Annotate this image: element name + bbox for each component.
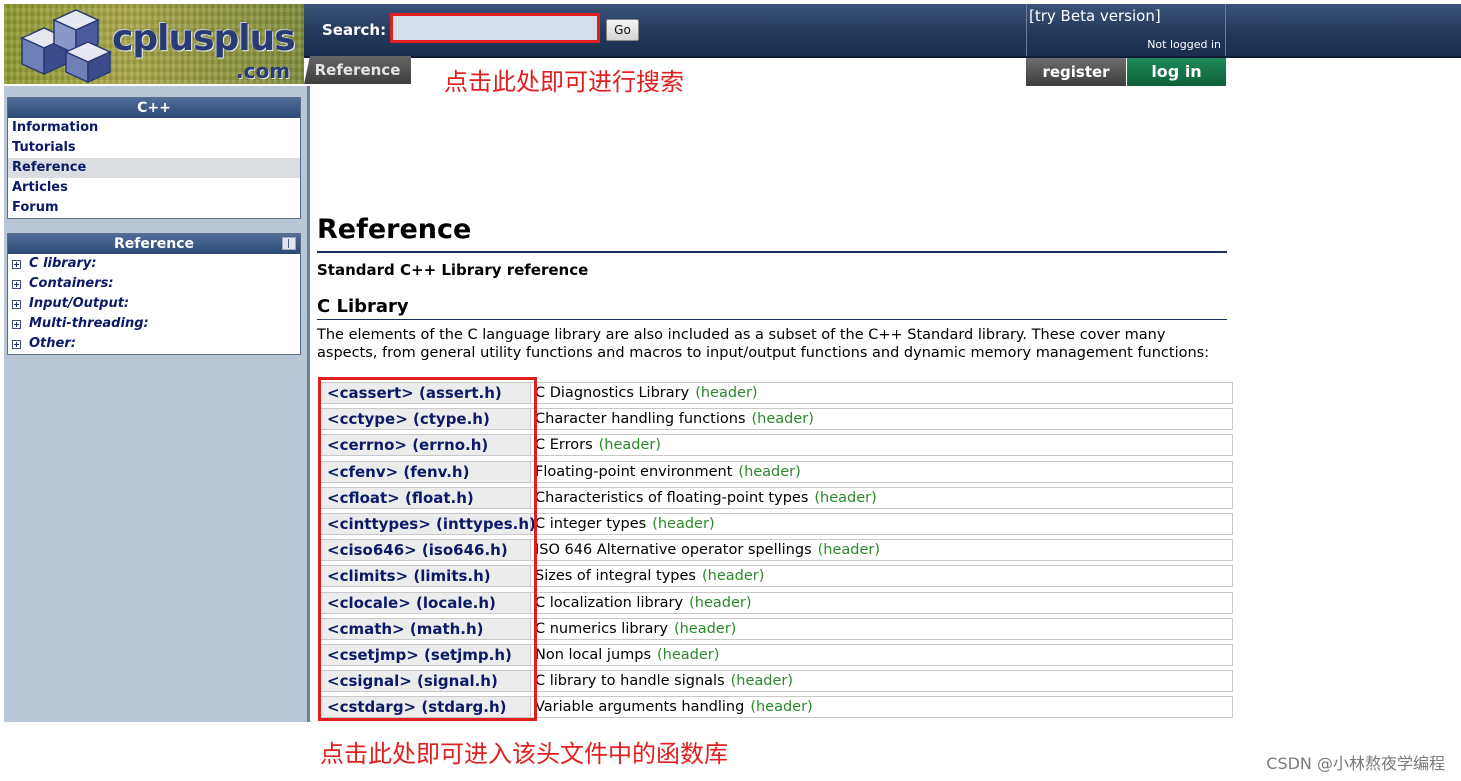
register-button[interactable]: register xyxy=(1026,58,1126,86)
sidebar-item-articles[interactable]: Articles xyxy=(8,178,300,198)
cubes-logo-icon xyxy=(20,9,112,84)
description-text: C numerics library xyxy=(535,620,668,637)
title-divider xyxy=(317,251,1227,253)
header-tag: (header) xyxy=(673,620,737,637)
header-tag: (header) xyxy=(689,594,752,611)
description-text: ISO 646 Alternative operator spellings xyxy=(535,542,812,559)
logo-wordmark: cplusplus xyxy=(112,18,296,59)
description-text: Non local jumps xyxy=(535,646,652,663)
header-tag: (header) xyxy=(814,489,877,506)
header-tag: (header) xyxy=(652,515,715,532)
header-description: C localization library (header) xyxy=(531,593,752,613)
search-annotation-box xyxy=(390,13,600,43)
ref-item-containers[interactable]: Containers: xyxy=(8,274,300,294)
header-description: ISO 646 Alternative operator spellings (h… xyxy=(531,540,880,560)
page-title: Reference xyxy=(317,214,472,245)
expand-icon[interactable] xyxy=(12,299,21,309)
header-description: C Diagnostics Library (header) xyxy=(531,383,758,403)
ref-item-label: Multi-threading: xyxy=(29,316,149,331)
ref-item-label: Containers: xyxy=(29,276,114,291)
search-label: Search: xyxy=(322,21,387,39)
header-description: Sizes of integral types (header) xyxy=(531,566,764,586)
reference-nav-title: Reference xyxy=(113,236,195,252)
ref-item-label: Other: xyxy=(29,336,76,351)
page-subtitle: Standard C++ Library reference xyxy=(317,261,589,279)
tab-reference[interactable]: Reference xyxy=(304,56,411,84)
description-text: C Diagnostics Library xyxy=(535,385,690,401)
site-header: cplusplus .com Search: Go [try Beta vers… xyxy=(4,4,1461,96)
header-tag: (header) xyxy=(817,542,881,559)
header-description: C Errors (header) xyxy=(531,435,661,455)
header-tag: (header) xyxy=(598,437,662,454)
description-text: C localization library xyxy=(535,594,684,611)
section-title: C Library xyxy=(317,296,409,317)
description-text: Floating-point environment xyxy=(535,463,733,480)
section-intro: The elements of the C language library a… xyxy=(317,327,1210,361)
sidebar-item-information[interactable]: Information xyxy=(8,118,300,138)
section-divider xyxy=(317,319,1227,320)
header-tag: (header) xyxy=(751,411,814,428)
header-description: Floating-point environment (header) xyxy=(531,462,801,482)
ref-item-multi-threading[interactable]: Multi-threading: xyxy=(8,314,300,334)
logo-domain: .com xyxy=(236,59,291,83)
login-button[interactable]: log in xyxy=(1127,58,1226,86)
description-text: Variable arguments handling xyxy=(535,699,745,716)
header-description: C integer types (header) xyxy=(531,514,715,534)
cpp-nav-box: C++ Information Tutorials Reference Arti… xyxy=(7,97,301,219)
expand-icon[interactable] xyxy=(12,279,21,289)
header-tag: (header) xyxy=(657,646,720,663)
description-text: Sizes of integral types xyxy=(535,568,696,585)
header-tag: (header) xyxy=(750,699,813,716)
header-tag: (header) xyxy=(738,463,801,480)
description-text: C integer types xyxy=(535,515,647,532)
header-description: Characteristics of floating-point types (… xyxy=(531,488,877,508)
expand-icon[interactable] xyxy=(12,339,21,349)
beta-version-link[interactable]: [try Beta version] xyxy=(1029,7,1161,25)
site-logo[interactable]: cplusplus .com xyxy=(4,4,304,84)
description-text: C library to handle signals xyxy=(535,673,725,690)
ref-item-input-output[interactable]: Input/Output: xyxy=(8,294,300,314)
ref-item-other[interactable]: Other: xyxy=(8,334,300,354)
header-tag: (header) xyxy=(730,673,794,690)
table-annotation-text: 点击此处即可进入该头文件中的函数库 xyxy=(320,740,728,768)
go-button[interactable]: Go xyxy=(606,19,639,41)
cpp-nav-title: C++ xyxy=(8,98,300,118)
header-description: Character handling functions (header) xyxy=(531,409,814,429)
book-icon[interactable] xyxy=(282,237,296,250)
ref-item-c-library[interactable]: C library: xyxy=(8,254,300,274)
description-text: C Errors xyxy=(535,437,593,454)
sidebar: C++ Information Tutorials Reference Arti… xyxy=(4,86,307,722)
description-text: Characteristics of floating-point types xyxy=(535,489,809,506)
sidebar-item-reference[interactable]: Reference xyxy=(8,158,300,178)
description-text: Character handling functions xyxy=(535,411,746,428)
header-tag: (header) xyxy=(701,568,765,585)
reference-nav-header: Reference xyxy=(8,234,300,254)
account-box: [try Beta version] Not logged in xyxy=(1026,4,1226,56)
sidebar-item-forum[interactable]: Forum xyxy=(8,198,300,218)
expand-icon[interactable] xyxy=(12,259,21,269)
header-description: C library to handle signals (header) xyxy=(531,671,793,691)
login-status: Not logged in xyxy=(1147,38,1221,51)
header-description: C numerics library (header) xyxy=(531,619,736,639)
sidebar-item-tutorials[interactable]: Tutorials xyxy=(8,138,300,158)
table-annotation-box xyxy=(318,377,537,721)
watermark: CSDN @小林熬夜学编程 xyxy=(1266,754,1445,773)
ref-item-label: Input/Output: xyxy=(29,296,130,311)
ref-item-label: C library: xyxy=(29,256,97,271)
header-description: Non local jumps (header) xyxy=(531,645,719,665)
expand-icon[interactable] xyxy=(12,319,21,329)
reference-nav-box: Reference C library: Containers: Input/O… xyxy=(7,233,301,355)
header-tag: (header) xyxy=(695,385,758,401)
header-description: Variable arguments handling (header) xyxy=(531,697,813,717)
